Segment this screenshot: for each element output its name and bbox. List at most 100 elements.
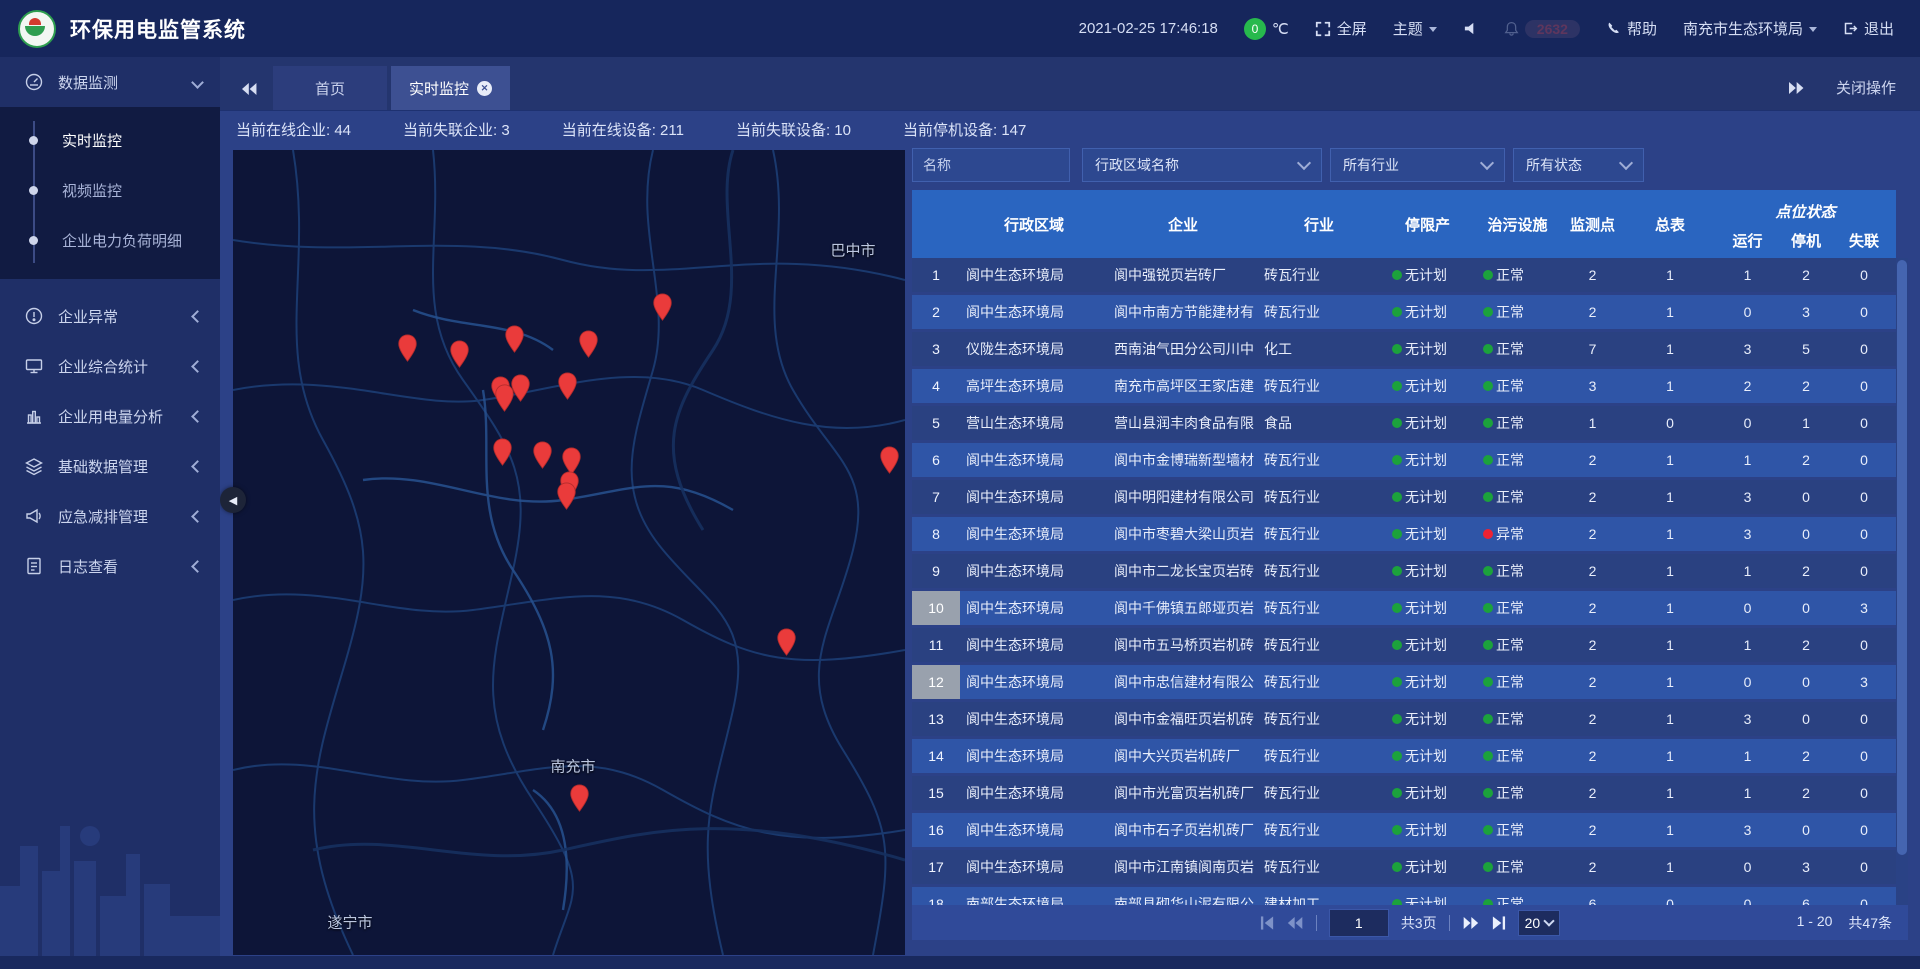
map-pin-icon[interactable] [569,784,590,812]
cell-industry: 砖瓦行业 [1258,702,1380,736]
page-size-select[interactable]: 20 [1518,910,1561,936]
tabs-scroll-left-button[interactable] [220,82,273,110]
close-icon[interactable]: ✕ [477,81,492,96]
sidebar-item-企业用电量分析[interactable]: 企业用电量分析 [0,391,220,441]
table-row[interactable]: 13阆中生态环境局阆中市金福旺页岩机砖砖瓦行业无计划正常21300 [912,702,1896,736]
close-operations-button[interactable]: 关闭操作 [1836,77,1896,98]
cell-meter-count: 1 [1625,702,1715,736]
app-logo [18,10,56,48]
map-pin-icon[interactable] [492,438,513,466]
table-row[interactable]: 16阆中生态环境局阆中市石子页岩机砖厂砖瓦行业无计划正常21300 [912,813,1896,847]
table-row[interactable]: 6阆中生态环境局阆中市金博瑞新型墙材砖瓦行业无计划正常21120 [912,443,1896,477]
cell-lost-count: 0 [1832,517,1896,551]
cell-stop-status: 无计划 [1380,369,1475,403]
last-page-button[interactable] [1491,916,1506,930]
sidebar-subitem-视频监控[interactable]: 视频监控 [0,165,220,215]
theme-dropdown[interactable]: 主题 [1393,18,1437,39]
org-dropdown[interactable]: 南充市生态环境局 [1683,18,1817,39]
status-dot-icon [1392,529,1402,539]
row-index: 11 [912,628,960,662]
fullscreen-button[interactable]: 全屏 [1315,18,1367,39]
name-filter-input[interactable] [912,148,1070,182]
fullscreen-icon [1315,21,1331,37]
status-dot-icon [1483,603,1493,613]
table-row[interactable]: 18南部生态环境局南部县砌华山泥有限公建材加工无计划正常60060 [912,887,1896,905]
scrollbar-thumb[interactable] [1897,260,1907,855]
chevron-down-icon [1429,27,1437,32]
sidebar-subitem-企业电力负荷明细[interactable]: 企业电力负荷明细 [0,215,220,265]
tab-实时监控[interactable]: 实时监控✕ [391,66,510,110]
page-number-input[interactable] [1329,909,1389,937]
help-button[interactable]: 帮助 [1606,18,1657,39]
table-row[interactable]: 8阆中生态环境局阆中市枣碧大梁山页岩砖瓦行业无计划异常21300 [912,517,1896,551]
col-index [912,190,960,258]
table-row[interactable]: 9阆中生态环境局阆中市二龙长宝页岩砖砖瓦行业无计划正常21120 [912,554,1896,588]
exit-button[interactable]: 退出 [1843,18,1894,39]
table-row[interactable]: 14阆中生态环境局阆中大兴页岩机砖厂砖瓦行业无计划正常21120 [912,739,1896,773]
map-pin-icon[interactable] [578,330,599,358]
cell-stop-status: 无计划 [1380,776,1475,810]
cell-run-count: 1 [1715,628,1780,662]
region-filter-select[interactable]: 行政区域名称 [1082,148,1322,182]
table-row[interactable]: 1阆中生态环境局阆中强锐页岩砖厂砖瓦行业无计划正常21120 [912,258,1896,292]
tabs-scroll-right-button[interactable] [1789,81,1806,95]
sidebar-subitem-实时监控[interactable]: 实时监控 [0,115,220,165]
table-row[interactable]: 10阆中生态环境局阆中千佛镇五郎垭页岩砖瓦行业无计划正常21003 [912,591,1896,625]
megaphone-icon [24,506,44,526]
map-pin-icon[interactable] [449,340,470,368]
cell-industry: 砖瓦行业 [1258,480,1380,514]
table-row[interactable]: 11阆中生态环境局阆中市五马桥页岩机砖砖瓦行业无计划正常21120 [912,628,1896,662]
tab-首页[interactable]: 首页 [273,66,387,110]
next-page-button[interactable] [1462,916,1479,930]
map-pin-icon[interactable] [557,372,578,400]
status-dot-icon [1483,825,1493,835]
cell-enterprise: 阆中千佛镇五郎垭页岩 [1108,591,1258,625]
sidebar-collapse-handle[interactable]: ◀ [220,487,246,513]
cell-enterprise: 南充市高坪区王家店建 [1108,369,1258,403]
map-pin-icon[interactable] [397,334,418,362]
sidebar-item-数据监测[interactable]: 数据监测 [0,57,220,107]
table-row[interactable]: 17阆中生态环境局阆中市江南镇阆南页岩砖瓦行业无计划正常21030 [912,850,1896,884]
notifications[interactable]: 2632 [1504,20,1580,38]
cell-enterprise: 阆中市江南镇阆南页岩 [1108,850,1258,884]
sidebar-item-企业综合统计[interactable]: 企业综合统计 [0,341,220,391]
table-row[interactable]: 15阆中生态环境局阆中市光富页岩机砖厂砖瓦行业无计划正常21120 [912,776,1896,810]
cell-stop-status: 无计划 [1380,517,1475,551]
cell-industry: 砖瓦行业 [1258,591,1380,625]
industry-filter-select[interactable]: 所有行业 [1330,148,1505,182]
sidebar-item-基础数据管理[interactable]: 基础数据管理 [0,441,220,491]
map-pin-icon[interactable] [494,384,515,412]
table-row[interactable]: 5营山生态环境局营山县润丰肉食品有限食品无计划正常10010 [912,406,1896,440]
row-index: 13 [912,702,960,736]
map-pin-icon[interactable] [879,446,900,474]
prev-page-button[interactable] [1287,916,1304,930]
cell-monitor-count: 2 [1560,813,1625,847]
cell-region: 阆中生态环境局 [960,813,1108,847]
sidebar-item-应急减排管理[interactable]: 应急减排管理 [0,491,220,541]
sidebar-item-日志查看[interactable]: 日志查看 [0,541,220,591]
map-pin-icon[interactable] [776,628,797,656]
table-row[interactable]: 3仪陇生态环境局西南油气田分公司川中化工无计划正常71350 [912,332,1896,366]
facility-label: 正常 [1496,487,1524,507]
map-pin-icon[interactable] [652,293,673,321]
map-pin-icon[interactable] [504,325,525,353]
status-filter-select[interactable]: 所有状态 [1513,148,1644,182]
table-row[interactable]: 4高坪生态环境局南充市高坪区王家店建砖瓦行业无计划正常31220 [912,369,1896,403]
cell-meter-count: 1 [1625,517,1715,551]
table-row[interactable]: 2阆中生态环境局阆中市南方节能建材有砖瓦行业无计划正常21030 [912,295,1896,329]
col-point-status-group: 点位状态 [1715,190,1896,224]
table-scrollbar[interactable] [1896,258,1908,905]
map-panel[interactable]: 巴中市南充市遂宁市 [233,150,905,955]
first-page-button[interactable] [1260,916,1275,930]
table-row[interactable]: 12阆中生态环境局阆中市忠信建材有限公砖瓦行业无计划正常21003 [912,665,1896,699]
map-pin-icon[interactable] [532,441,553,469]
cell-monitor-count: 2 [1560,517,1625,551]
map-pin-icon[interactable] [556,482,577,510]
sidebar-item-企业异常[interactable]: 企业异常 [0,291,220,341]
sidebar-subitem-label: 视频监控 [62,180,122,201]
cell-facility-status: 正常 [1475,443,1560,477]
speaker-button[interactable] [1463,21,1478,36]
cell-monitor-count: 1 [1560,406,1625,440]
cell-run-count: 3 [1715,702,1780,736]
table-row[interactable]: 7阆中生态环境局阆中明阳建材有限公司砖瓦行业无计划正常21300 [912,480,1896,514]
